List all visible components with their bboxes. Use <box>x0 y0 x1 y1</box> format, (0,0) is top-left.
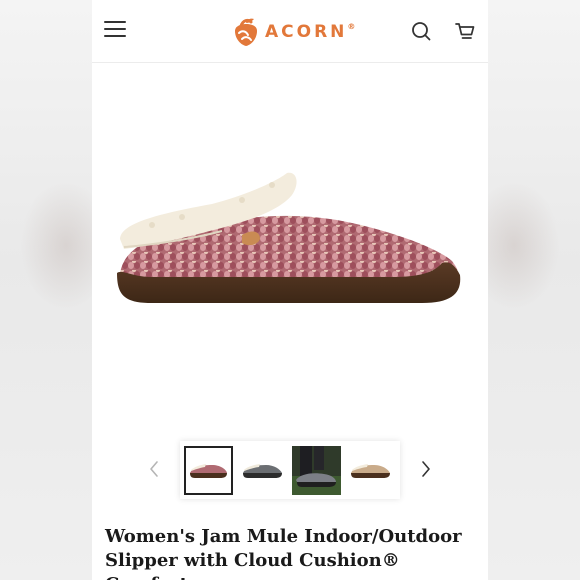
outdoor-slipper-thumbnail <box>292 445 341 495</box>
mobile-page: ACORN® Women's Jam Mule Indoor/Outdoor S… <box>92 0 488 580</box>
product-title: Women's Jam Mule Indoor/Outdoor Slipper … <box>105 525 481 580</box>
chevron-right-icon[interactable] <box>418 458 434 480</box>
grey-slipper-thumbnail <box>238 445 287 495</box>
chevron-left-icon[interactable] <box>146 458 162 480</box>
brand-wordmark: ACORN® <box>265 22 356 42</box>
cart-icon[interactable] <box>454 20 476 42</box>
left-backdrop <box>0 0 112 580</box>
site-header: ACORN® <box>92 0 488 63</box>
product-main-image[interactable] <box>92 63 488 433</box>
product-title-line-1: Women's Jam Mule Indoor/Outdoor <box>105 526 462 547</box>
thumbnail-4[interactable] <box>346 445 395 495</box>
pink-slipper-thumbnail <box>186 447 231 493</box>
search-icon[interactable] <box>410 20 432 42</box>
right-backdrop <box>468 0 580 580</box>
acorn-logo-icon <box>235 18 257 46</box>
thumbnail-1[interactable] <box>184 445 233 495</box>
hamburger-icon[interactable] <box>104 21 126 41</box>
product-title-line-2: Slipper with Cloud Cushion® Comfort <box>105 550 400 580</box>
thumbnail-3[interactable] <box>292 445 341 495</box>
thumbnail-strip <box>180 441 400 499</box>
tan-slipper-thumbnail <box>346 445 395 495</box>
registered-mark: ® <box>347 22 356 31</box>
brand-logo[interactable]: ACORN® <box>233 16 355 48</box>
thumbnail-2[interactable] <box>238 445 287 495</box>
